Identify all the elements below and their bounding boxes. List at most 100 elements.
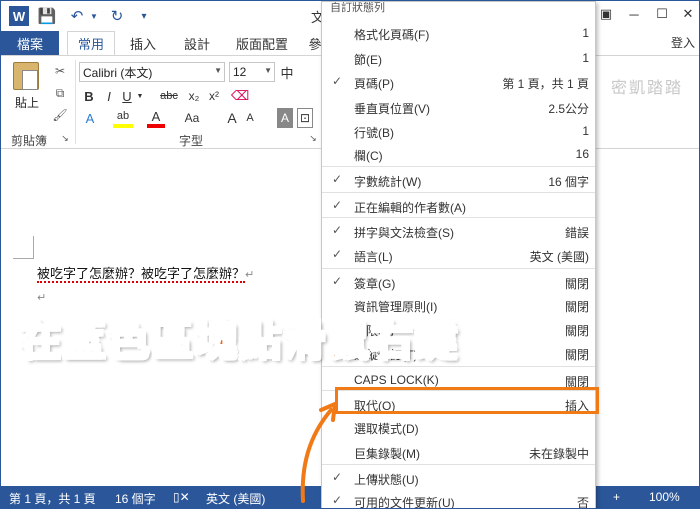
font-group-label: 字型 <box>179 134 204 148</box>
menu-item-value: 關閉 <box>564 348 589 362</box>
shrink-font-button[interactable]: A <box>243 108 257 128</box>
tab-layout[interactable]: 版面配置 <box>229 31 295 55</box>
paste-icon[interactable] <box>13 62 39 90</box>
menu-item-label: 格式化頁碼(F) <box>354 28 430 42</box>
menu-item-value: 2.5公分 <box>548 102 589 116</box>
format-painter-icon[interactable]: 🖌 <box>51 106 69 124</box>
highlight-color-button[interactable]: ab <box>113 108 133 128</box>
menu-item-value: 16 <box>575 147 589 161</box>
menu-item-value: 關閉 <box>564 300 589 314</box>
paragraph-mark: ↵ <box>37 292 47 304</box>
menu-item[interactable]: ✓ 正在編輯的作者數(A) <box>322 192 595 217</box>
zoom-in-icon[interactable]: + <box>613 490 620 504</box>
menu-item[interactable]: 垂直頁位置(V) 2.5公分 <box>322 94 595 119</box>
subscript-button[interactable]: x₂ <box>185 86 203 106</box>
annotation-arrow-icon <box>300 402 337 503</box>
menu-item[interactable]: 格式化頁碼(F) 1 <box>322 20 595 45</box>
maximize-button[interactable]: ☐ <box>651 3 673 25</box>
word-window: W 💾 ↶ ▼ ↻ ▾ 文 ▣ ─ ☐ ✕ 檔案 常用 插入 設計 版面配置 參… <box>0 0 700 509</box>
copy-icon[interactable]: ⧉ <box>51 84 69 102</box>
menu-item[interactable]: 節(E) 1 <box>322 45 595 70</box>
font-size-combo[interactable]: 12 ▼ <box>229 62 275 82</box>
menu-item-label: 選取模式(D) <box>354 422 419 436</box>
phonetic-guide-button[interactable]: 中 <box>279 62 295 82</box>
status-language[interactable]: 英文 (美國) <box>206 490 265 507</box>
proofing-icon[interactable]: ▯✕ <box>173 490 190 504</box>
customize-status-bar-menu: 自訂狀態列 格式化頁碼(F) 1 節(E) 1 ✓ 頁碼(P) 第 1 頁，共 1 頁垂直頁… <box>321 1 596 509</box>
font-name-value: Calibri (本文) <box>83 65 153 80</box>
clipboard-launcher-icon[interactable]: ↘ <box>59 132 71 144</box>
chevron-down-icon[interactable]: ▼ <box>135 86 145 106</box>
undo-icon[interactable]: ↶ <box>67 6 87 26</box>
status-word-count[interactable]: 16 個字 <box>115 490 156 507</box>
menu-item-label: 節(E) <box>354 53 382 67</box>
enclose-characters-button[interactable]: ⊡ <box>297 108 313 128</box>
superscript-button[interactable]: x² <box>205 86 223 106</box>
clear-formatting-icon[interactable]: ⌫ <box>231 86 249 106</box>
undo-dropdown-icon[interactable]: ▼ <box>89 6 99 26</box>
tab-file[interactable]: 檔案 <box>1 31 59 55</box>
watermark-text: 密凱踏踏 <box>611 80 684 97</box>
grow-font-button[interactable]: A <box>225 108 239 128</box>
menu-item-value: 1 <box>582 51 589 65</box>
menu-item[interactable]: ✓ 語言(L) 英文 (美國) <box>322 242 595 267</box>
menu-item[interactable]: ✓ 字數統計(W) 16 個字 <box>322 166 595 191</box>
menu-item[interactable]: 欄(C) 16 <box>322 141 595 166</box>
menu-item[interactable]: ✓ 拼字與文法檢查(S) 錯誤 <box>322 217 595 242</box>
paste-button[interactable]: 貼上 <box>15 94 39 111</box>
menu-item-value: 錯誤 <box>564 226 589 240</box>
zoom-level[interactable]: 100% <box>649 490 680 504</box>
document-paragraph[interactable]: 被吃字了怎麼辦？被吃字了怎麼辦？↵ <box>37 263 255 283</box>
menu-item-label: 上傳狀態(U) <box>354 473 419 487</box>
bold-button[interactable]: B <box>81 86 97 106</box>
chevron-down-icon: ▼ <box>214 66 222 75</box>
strikethrough-button[interactable]: abc <box>157 86 181 106</box>
margin-corner <box>33 236 34 258</box>
menu-item-label: 語言(L) <box>354 250 393 264</box>
cut-icon[interactable]: ✂ <box>51 62 69 80</box>
menu-item-label: 簽章(G) <box>354 277 396 291</box>
menu-item-value: 未在錄製中 <box>528 447 589 461</box>
checkmark-icon: ✓ <box>332 223 343 237</box>
underline-button[interactable]: U <box>119 86 135 106</box>
status-page-number[interactable]: 第 1 頁，共 1 頁 <box>9 490 96 507</box>
change-case-button[interactable]: Aa <box>181 108 203 128</box>
font-name-combo[interactable]: Calibri (本文) ▼ <box>79 62 225 82</box>
menu-item[interactable]: ✓ 簽章(G) 關閉 <box>322 268 595 293</box>
redo-icon[interactable]: ↻ <box>107 6 127 26</box>
font-size-value: 12 <box>233 65 247 79</box>
close-button[interactable]: ✕ <box>677 3 699 25</box>
checkmark-icon: ✓ <box>332 274 343 288</box>
paragraph-mark: ↵ <box>245 269 255 281</box>
tab-design[interactable]: 設計 <box>177 31 217 55</box>
margin-corner <box>13 258 34 259</box>
text-effects-button[interactable]: A <box>81 108 99 128</box>
menu-item-label: 字數統計(W) <box>354 175 422 189</box>
group-divider <box>75 60 76 144</box>
menu-item[interactable]: 選取模式(D) <box>322 414 595 439</box>
document-text: 被吃字了怎麼辦？被吃字了怎麼辦？ <box>37 266 246 283</box>
save-icon[interactable]: 💾 <box>37 6 57 26</box>
menu-item[interactable]: ✓ 上傳狀態(U) <box>322 464 595 489</box>
menu-item[interactable]: 行號(B) 1 <box>322 118 595 143</box>
ribbon-display-icon[interactable]: ▣ <box>595 3 617 25</box>
sign-in-link[interactable]: 登入 <box>671 34 695 51</box>
menu-item-value: 否 <box>576 496 589 509</box>
font-color-button[interactable]: A <box>147 108 165 128</box>
font-launcher-icon[interactable]: ↘ <box>307 132 319 144</box>
menu-item[interactable]: 巨集錄製(M) 未在錄製中 <box>322 439 595 464</box>
tab-home[interactable]: 常用 <box>67 31 115 55</box>
character-shading-button[interactable]: A <box>277 108 293 128</box>
menu-item[interactable]: ✓ 頁碼(P) 第 1 頁，共 1 頁 <box>322 69 595 94</box>
menu-item-label: 欄(C) <box>354 149 383 163</box>
tab-insert[interactable]: 插入 <box>123 31 163 55</box>
menu-item-label: 垂直頁位置(V) <box>354 102 430 116</box>
chevron-down-icon: ▼ <box>264 66 272 75</box>
italic-button[interactable]: I <box>101 86 117 106</box>
checkmark-icon: ✓ <box>332 172 343 186</box>
menu-item[interactable]: ✓ 可用的文件更新(U) 否 <box>322 488 595 509</box>
customize-qat-icon[interactable]: ▾ <box>137 6 151 26</box>
menu-item-label: 拼字與文法檢查(S) <box>354 226 454 240</box>
menu-item-value: 第 1 頁，共 1 頁 <box>502 77 589 91</box>
minimize-button[interactable]: ─ <box>623 3 645 25</box>
